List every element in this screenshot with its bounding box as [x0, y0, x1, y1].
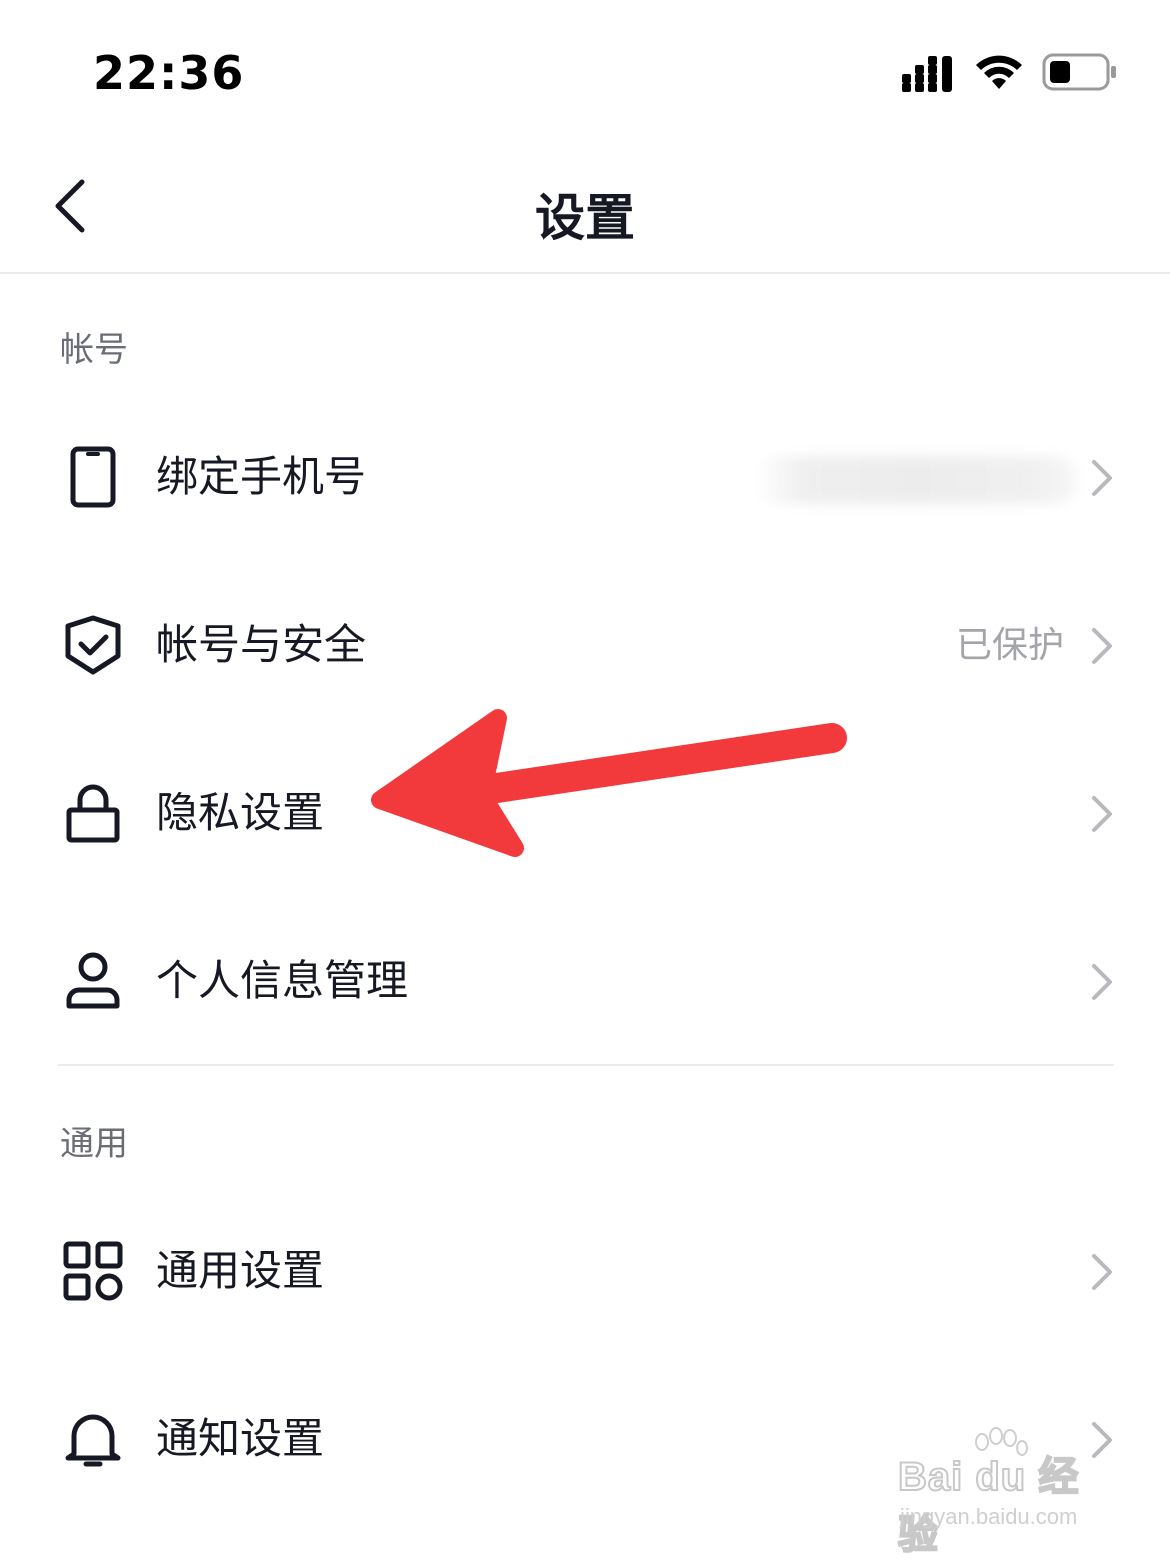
watermark-logo: Bai du 经验 — [897, 1454, 1080, 1558]
status-bar: 22:36 — [0, 0, 1170, 140]
cellular-signal-icon — [902, 56, 952, 92]
settings-row-label: 帐号与安全 — [156, 620, 367, 669]
blurred-phone-number — [755, 456, 1077, 504]
section-divider — [58, 1064, 1114, 1066]
user-icon — [66, 952, 120, 1009]
chevron-right-icon — [1092, 1254, 1112, 1290]
section-header-general: 通用 — [60, 1124, 128, 1164]
settings-row-bind-phone[interactable]: 绑定手机号 — [0, 402, 1170, 552]
settings-row-privacy[interactable]: 隐私设置 — [0, 738, 1170, 888]
chevron-right-icon — [1092, 964, 1112, 1000]
grid-apps-icon — [63, 1241, 123, 1301]
section-header-account: 帐号 — [60, 330, 128, 370]
lock-icon — [66, 784, 120, 843]
watermark-url: jingyan.baidu.com — [900, 1504, 1078, 1529]
bell-icon — [65, 1414, 121, 1467]
settings-row-personal-info[interactable]: 个人信息管理 — [0, 906, 1170, 1056]
chevron-right-icon — [1092, 796, 1112, 832]
nav-bar: 设置 — [0, 140, 1170, 274]
settings-row-label: 通知设置 — [156, 1414, 325, 1463]
settings-row-label: 隐私设置 — [156, 788, 325, 837]
settings-row-general[interactable]: 通用设置 — [0, 1196, 1170, 1346]
settings-row-label: 通用设置 — [156, 1246, 325, 1295]
phone-icon — [70, 446, 116, 508]
shield-check-icon — [65, 615, 121, 675]
status-time: 22:36 — [93, 46, 245, 100]
status-icons — [902, 52, 1118, 92]
page-title: 设置 — [535, 189, 635, 247]
battery-icon — [1042, 53, 1116, 91]
settings-row-account-security[interactable]: 帐号与安全 已保护 — [0, 570, 1170, 720]
settings-row-label: 绑定手机号 — [156, 452, 367, 501]
chevron-right-icon — [1092, 460, 1112, 496]
chevron-right-icon — [1092, 628, 1112, 664]
settings-row-label: 个人信息管理 — [156, 956, 409, 1005]
wifi-icon — [976, 55, 1022, 89]
baidu-jingyan-watermark: Bai du 经验 jingyan.baidu.com — [890, 1427, 1120, 1558]
settings-row-value: 已保护 — [955, 625, 1064, 666]
